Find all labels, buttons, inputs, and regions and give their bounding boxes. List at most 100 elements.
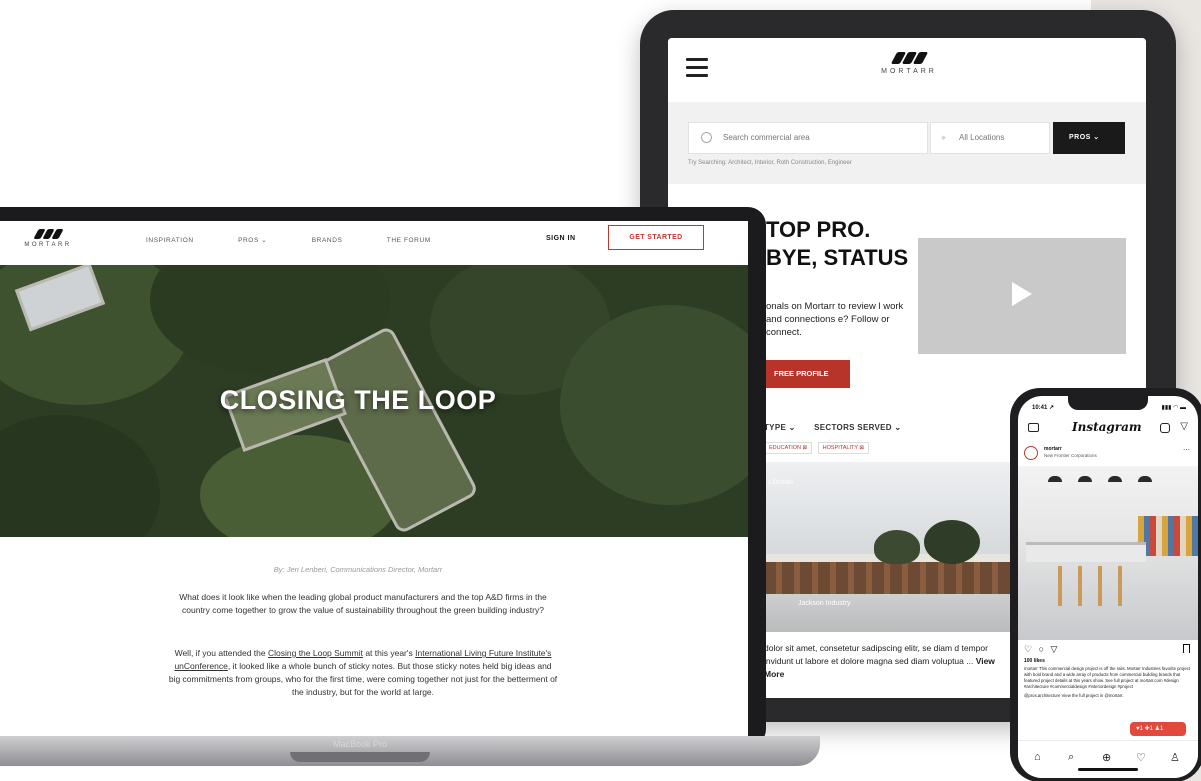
hero-title: TOP PRO. BYE, STATUS xyxy=(766,216,908,272)
filter-sectors-dropdown[interactable]: SECTORS SERVED ⌄ xyxy=(814,423,901,432)
post-header: mortarr New Frontier Corporations ⋯ xyxy=(1024,446,1194,464)
pendant-lamp xyxy=(1078,476,1092,482)
like-count[interactable]: 100 likes xyxy=(1024,658,1045,664)
hero-description: onals on Mortarr to review l work and co… xyxy=(766,301,904,338)
pendant-lamp xyxy=(1048,476,1062,482)
camera-icon[interactable] xyxy=(1028,423,1039,432)
phone-screen: 10:41 ↗ ▮▮▮ ◠ ▬ Instagram ▽ mortarr New … xyxy=(1018,396,1198,778)
create-free-profile-button[interactable]: FREE PROFILE xyxy=(764,360,850,388)
device-mockup-stage: MORTARR Search commercial area ⌖ All Loc… xyxy=(0,0,1201,781)
pendant-lamp xyxy=(1108,476,1122,482)
search-band: Search commercial area ⌖ All Locations P… xyxy=(668,102,1146,184)
instagram-logo: Instagram xyxy=(1072,420,1142,434)
chip-hospitality[interactable]: HOSPITALITY ⊠ xyxy=(817,442,870,454)
like-icon[interactable]: ♡ xyxy=(1024,644,1032,654)
stool xyxy=(1078,566,1082,606)
para-text: at this year's xyxy=(362,648,416,658)
location-placeholder: All Locations xyxy=(959,133,1005,142)
caption-comment: @pros.architecture View the full project… xyxy=(1024,693,1124,698)
video-player[interactable] xyxy=(918,238,1126,354)
pendant-lamp xyxy=(1138,476,1152,482)
play-icon[interactable] xyxy=(1012,282,1032,306)
filter-bar: TYPE ⌄ SECTORS SERVED ⌄ xyxy=(764,423,917,432)
hero-title: CLOSING THE LOOP xyxy=(219,385,497,415)
nav-item-forum[interactable]: THE FORUM xyxy=(387,237,431,244)
status-indicators: ▮▮▮ ◠ ▬ xyxy=(1161,405,1186,411)
counter xyxy=(1026,542,1146,562)
instagram-header: Instagram ▽ xyxy=(1018,418,1198,442)
notification-badge[interactable]: ♥1 ✚1 ♟1 xyxy=(1130,722,1186,736)
article-paragraph-2: Well, if you attended the Closing the Lo… xyxy=(168,647,558,699)
post-caption: mortarr This commercial design project i… xyxy=(1024,666,1192,699)
status-time: 10:41 ↗ xyxy=(1032,405,1055,411)
mortarr-logo[interactable]: MORTARR xyxy=(18,229,78,248)
search-icon[interactable]: ⌕ xyxy=(1068,751,1074,764)
hamburger-menu-icon[interactable] xyxy=(686,58,708,77)
site-nav: MORTARR INSPIRATION PROS ⌄ BRANDS THE FO… xyxy=(0,221,748,265)
location-input[interactable]: ⌖ All Locations xyxy=(930,122,1050,154)
nav-menu: INSPIRATION PROS ⌄ BRANDS THE FORUM xyxy=(146,236,473,244)
pros-dropdown-button[interactable]: PROS ⌄ xyxy=(1053,122,1125,154)
new-post-icon[interactable]: ⊕ xyxy=(1102,751,1111,764)
profile-icon[interactable]: ♙ xyxy=(1170,751,1180,764)
mortarr-logo[interactable]: MORTARR xyxy=(874,52,944,75)
filter-type-dropdown[interactable]: TYPE ⌄ xyxy=(764,423,796,432)
hero-title-line1: TOP PRO. xyxy=(766,217,871,242)
account-name[interactable]: mortarr xyxy=(1044,446,1062,452)
post-location[interactable]: New Frontier Corporations xyxy=(1044,453,1097,458)
stool xyxy=(1098,566,1102,606)
post-image[interactable] xyxy=(1018,466,1198,640)
igtv-icon[interactable] xyxy=(1160,423,1170,433)
para-text: , it looked like a whole bunch of sticky… xyxy=(168,661,558,697)
stool xyxy=(1118,566,1122,606)
direct-message-icon[interactable]: ▽ xyxy=(1180,421,1188,432)
tree-canopy xyxy=(0,415,160,537)
chip-education[interactable]: EDUCATION ⊠ xyxy=(764,442,813,454)
summit-link[interactable]: Closing the Loop Summit xyxy=(268,648,363,658)
home-indicator xyxy=(1078,768,1138,771)
instagram-tab-bar: ⌂ ⌕ ⊕ ♡ ♙ xyxy=(1018,740,1198,778)
nav-item-inspiration[interactable]: INSPIRATION xyxy=(146,237,194,244)
hero-image: CLOSING THE LOOP xyxy=(0,265,748,537)
photo-title: s Orchids xyxy=(768,480,794,486)
sign-in-link[interactable]: SIGN IN xyxy=(546,235,576,242)
nav-item-pros[interactable]: PROS ⌄ xyxy=(238,237,267,244)
more-options-icon[interactable]: ⋯ xyxy=(1183,446,1190,454)
search-icon xyxy=(701,132,712,143)
phone-notch xyxy=(1068,396,1148,410)
article-paragraph-1: What does it look like when the leading … xyxy=(179,592,547,615)
location-pin-icon: ⌖ xyxy=(941,133,947,143)
project-body-text: dolor sit amet, consetetur sadipscing el… xyxy=(764,642,1014,681)
home-icon[interactable]: ⌂ xyxy=(1034,751,1041,763)
body-text: dolor sit amet, consetetur sadipscing el… xyxy=(764,643,988,666)
mortarr-logo-mark-icon xyxy=(874,52,944,64)
building-facade xyxy=(764,562,1034,594)
tree-shape xyxy=(924,520,980,564)
tree-shape xyxy=(874,530,920,564)
bookmark-icon[interactable] xyxy=(1183,644,1190,653)
device-label: MacBook Pro xyxy=(332,739,388,749)
search-placeholder: Search commercial area xyxy=(723,133,810,142)
article-byline: By: Jen Lenberi, Communications Director… xyxy=(273,565,443,574)
logo-wordmark: MORTARR xyxy=(881,68,937,75)
caption-text: mortarr This commercial design project i… xyxy=(1024,666,1191,689)
laptop-screen: MORTARR INSPIRATION PROS ⌄ BRANDS THE FO… xyxy=(0,221,748,736)
activity-icon[interactable]: ♡ xyxy=(1136,751,1146,764)
comment-icon[interactable]: ○ xyxy=(1039,644,1044,654)
try-searching-text: Try Searching: Architect, Interior, Roth… xyxy=(688,160,852,166)
avatar[interactable] xyxy=(1024,446,1038,460)
share-icon[interactable]: ▽ xyxy=(1051,644,1058,654)
logo-wordmark: MORTARR xyxy=(24,242,72,248)
get-started-button[interactable]: GET STARTED xyxy=(608,225,704,250)
hero-title-line2: BYE, STATUS xyxy=(766,245,909,270)
colorful-shelves xyxy=(1138,516,1198,556)
active-filter-chips: EDUCATION ⊠ HOSPITALITY ⊠ xyxy=(764,442,873,454)
nav-item-brands[interactable]: BRANDS xyxy=(312,237,343,244)
para-text: Well, if you attended the xyxy=(174,648,268,658)
post-actions: ♡ ○ ▽ xyxy=(1024,644,1061,655)
search-input[interactable]: Search commercial area xyxy=(688,122,928,154)
stool xyxy=(1058,566,1062,606)
tablet-header: MORTARR xyxy=(668,38,1146,102)
photo-caption: Jackson Industry xyxy=(798,600,851,607)
mortarr-logo-mark-icon xyxy=(18,229,78,239)
